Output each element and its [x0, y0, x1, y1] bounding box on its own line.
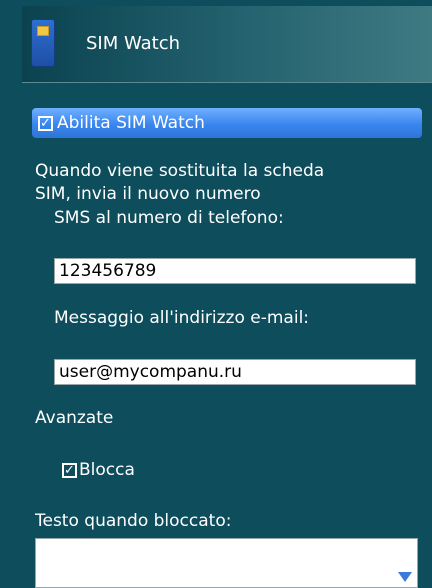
email-address-label: Messaggio all'indirizzo e-mail: — [54, 308, 310, 328]
advanced-section-heading: Avanzate — [35, 408, 114, 428]
sms-phone-label: SMS al numero di telefono: — [54, 208, 284, 228]
lock-text-label: Testo quando bloccato: — [35, 511, 232, 531]
title-bar: SIM Watch — [22, 6, 432, 83]
lock-label: Blocca — [79, 460, 135, 480]
email-address-field[interactable]: user@mycompanu.ru — [54, 359, 416, 385]
description-line-1: Quando viene sostituita la scheda — [35, 161, 325, 181]
lock-text-input[interactable] — [35, 538, 418, 588]
description-text: Quando viene sostituita la scheda SIM, i… — [35, 160, 415, 206]
enable-sim-watch-label: Abilita SIM Watch — [57, 113, 205, 133]
enable-sim-watch-checkbox[interactable]: ✓ Abilita SIM Watch — [32, 108, 422, 138]
sim-chip — [37, 26, 49, 36]
scroll-down-icon[interactable] — [398, 572, 412, 582]
lock-checkbox[interactable]: ✓ Blocca — [62, 460, 135, 480]
checkbox-checked-icon: ✓ — [38, 115, 53, 131]
app-title: SIM Watch — [86, 33, 181, 54]
checkbox-checked-icon: ✓ — [62, 462, 77, 478]
sim-card-icon — [32, 20, 54, 66]
description-line-2: SIM, invia il nuovo numero — [35, 184, 261, 204]
sms-phone-field[interactable]: 123456789 — [54, 258, 416, 284]
